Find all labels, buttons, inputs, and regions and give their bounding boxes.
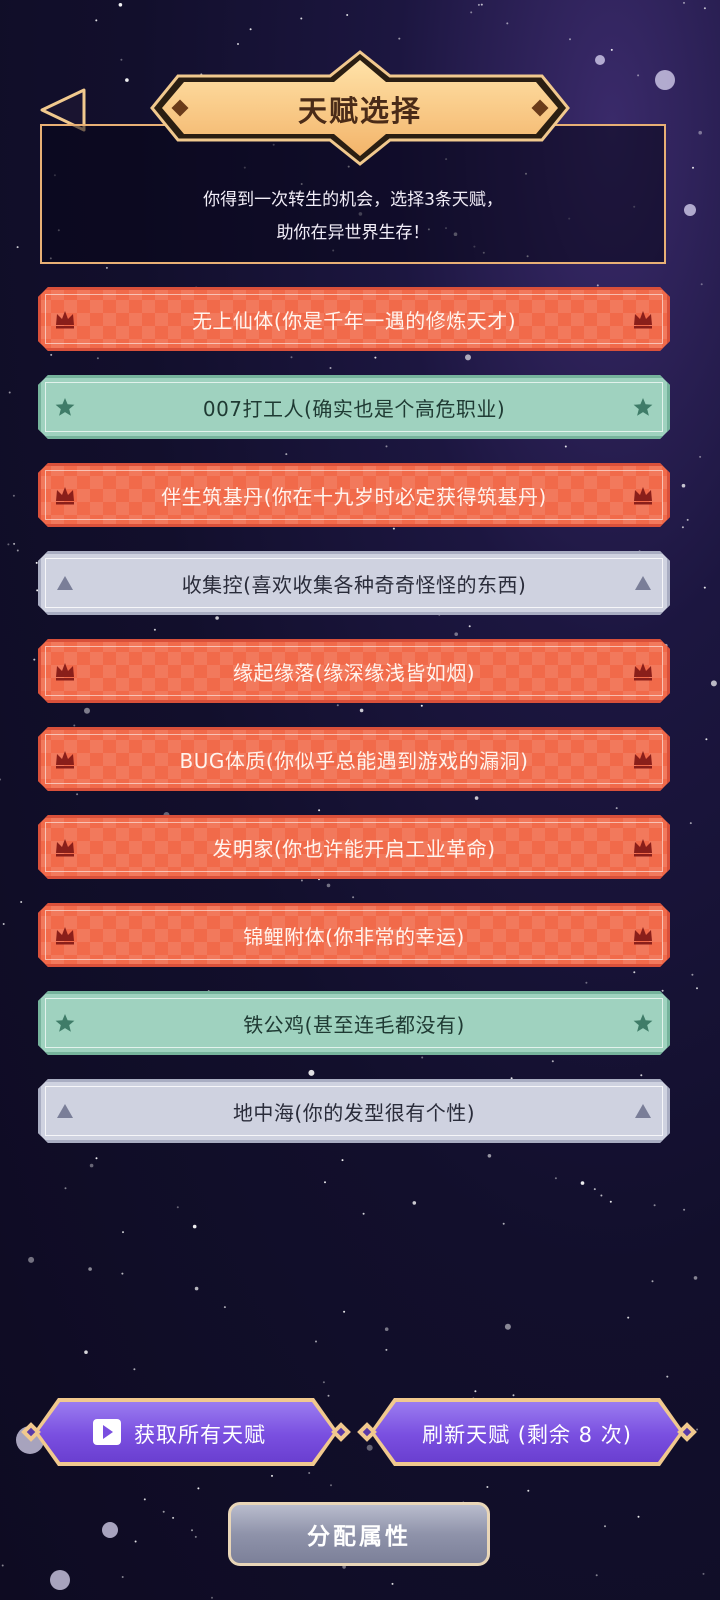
talent-option-label: 无上仙体(你是千年一遇的修炼天才)	[191, 308, 517, 333]
intro-line-2: 助你在异世界生存！	[276, 223, 430, 243]
refresh-button-label: 刷新天赋 (剩余 8 次)	[422, 1423, 632, 1447]
talent-option-label: 铁公鸡(甚至连毛都没有)	[243, 1012, 465, 1037]
talent-option[interactable]: BUG体质(你似乎总能遇到游戏的漏洞)	[38, 727, 670, 791]
talent-option-label: 地中海(你的发型很有个性)	[232, 1100, 476, 1125]
talent-option-label: 收集控(喜欢收集各种奇奇怪怪的东西)	[181, 572, 527, 597]
diamond-ornament-left	[21, 1422, 41, 1442]
talent-option-label: 发明家(你也许能开启工业革命)	[212, 836, 496, 861]
video-play-icon	[93, 1419, 121, 1445]
talent-option-label: 伴生筑基丹(你在十九岁时必定获得筑基丹)	[161, 484, 547, 509]
talent-option[interactable]: 无上仙体(你是千年一遇的修炼天才)	[38, 287, 670, 351]
talent-option-label: 锦鲤附体(你非常的幸运)	[243, 924, 465, 949]
intro-text: 你得到一次转生的机会，选择3条天赋， 助你在异世界生存！	[40, 184, 666, 250]
page-title: 天赋选择	[297, 94, 422, 128]
talent-option[interactable]: 发明家(你也许能开启工业革命)	[38, 815, 670, 879]
talent-option[interactable]: 缘起缘落(缘深缘浅皆如烟)	[38, 639, 670, 703]
get-all-talents-button[interactable]: 获取所有天赋	[21, 1398, 351, 1466]
talent-option[interactable]: 007打工人(确实也是个高危职业)	[38, 375, 670, 439]
talent-option[interactable]: 伴生筑基丹(你在十九岁时必定获得筑基丹)	[38, 463, 670, 527]
talent-option-label: BUG体质(你似乎总能遇到游戏的漏洞)	[179, 748, 529, 773]
get-all-button-label: 获取所有天赋	[134, 1423, 266, 1447]
assign-attributes-button[interactable]: 分配属性	[228, 1502, 490, 1566]
refresh-talents-button[interactable]: 刷新天赋 (剩余 8 次)	[357, 1398, 697, 1466]
intro-line-1: 你得到一次转生的机会，选择3条天赋，	[203, 190, 503, 210]
talent-option-label: 缘起缘落(缘深缘浅皆如烟)	[232, 660, 476, 685]
talent-option[interactable]: 锦鲤附体(你非常的幸运)	[38, 903, 670, 967]
talent-option[interactable]: 收集控(喜欢收集各种奇奇怪怪的东西)	[38, 551, 670, 615]
assign-button-label: 分配属性	[307, 1524, 411, 1550]
diamond-ornament-right	[331, 1422, 351, 1442]
talent-option-label: 007打工人(确实也是个高危职业)	[202, 396, 506, 421]
talent-option[interactable]: 铁公鸡(甚至连毛都没有)	[38, 991, 670, 1055]
talent-option[interactable]: 地中海(你的发型很有个性)	[38, 1079, 670, 1143]
